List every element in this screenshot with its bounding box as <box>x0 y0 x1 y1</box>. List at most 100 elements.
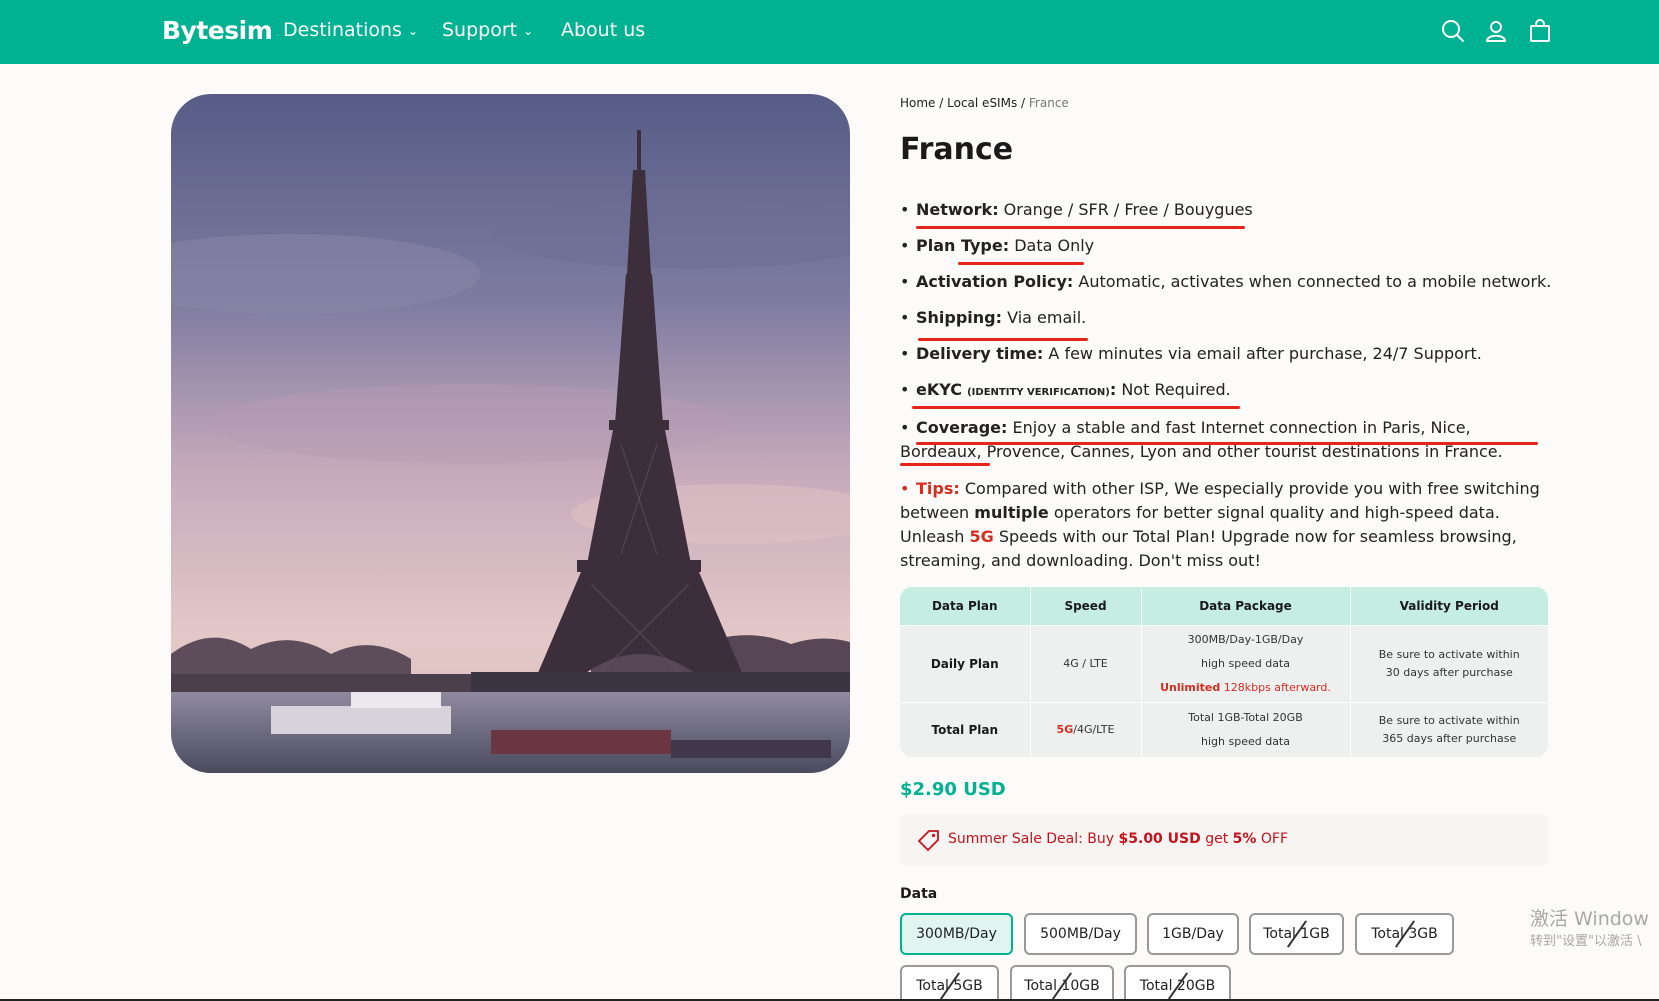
feature-value: Orange / SFR / Free / Bouygues <box>998 200 1253 219</box>
table-header: Speed <box>1030 587 1142 625</box>
validity-text: Be sure to activate within 30 days after… <box>1378 647 1520 679</box>
plan-package: Total 1GB-Total 20GB high speed data <box>1141 701 1351 757</box>
feature-value: Via email. <box>1002 308 1087 327</box>
data-option-label: Data <box>900 886 938 902</box>
breadcrumb-separator: / <box>1021 96 1026 110</box>
product-image <box>171 94 850 773</box>
feature-label: eKYC <box>916 380 963 399</box>
highlight-underline <box>912 406 1240 409</box>
tips-5g: 5G <box>969 527 994 546</box>
highlight-underline <box>900 463 990 466</box>
sale-prefix: Summer Sale Deal: Buy <box>948 831 1119 847</box>
table-row: Total Plan 5G/4G/LTE Total 1GB-Total 20G… <box>900 701 1548 757</box>
feature-tips: • Tips: Compared with other ISP, We espec… <box>900 479 1540 570</box>
nav-destinations[interactable]: Destinations ⌄ <box>283 19 418 41</box>
table-header: Data Plan <box>900 587 1031 625</box>
plan-validity: Be sure to activate within 365 days afte… <box>1350 701 1548 757</box>
feature-ekyc: • eKYC (IDENTITY VERIFICATION): Not Requi… <box>900 380 1231 399</box>
feature-label: Network: <box>916 200 999 219</box>
option-label: 300MB/Day <box>916 926 997 942</box>
nav-support[interactable]: Support ⌄ <box>442 19 533 41</box>
highlight-underline <box>958 262 1084 265</box>
validity-text: Be sure to activate within 365 days afte… <box>1378 713 1520 745</box>
nav-destinations-label: Destinations <box>283 19 402 41</box>
logo[interactable]: Bytesim <box>162 16 273 45</box>
option-500mb-day[interactable]: 500MB/Day <box>1024 913 1137 955</box>
package-line: high speed data <box>1201 734 1290 748</box>
plan-package: 300MB/Day-1GB/Day high speed data Unlimi… <box>1141 624 1351 702</box>
table-header: Validity Period <box>1350 587 1548 625</box>
plan-table: Data Plan Speed Data Package Validity Pe… <box>900 587 1548 757</box>
breadcrumb-home[interactable]: Home <box>900 96 935 110</box>
feature-shipping: • Shipping: Via email. <box>900 308 1087 327</box>
tips-multiple: multiple <box>974 503 1049 522</box>
sale-text: Summer Sale Deal: Buy $5.00 USD get 5% O… <box>948 831 1288 847</box>
activation-watermark: 激活 Window <box>1530 908 1649 930</box>
breadcrumb-local-esims[interactable]: Local eSIMs <box>947 96 1017 110</box>
plan-name: Total Plan <box>900 701 1031 757</box>
chevron-down-icon: ⌄ <box>407 24 418 38</box>
feature-value: Not Required. <box>1116 380 1231 399</box>
feature-label: Activation Policy: <box>916 272 1074 291</box>
breadcrumb: Home / Local eSIMs / France <box>900 96 1069 110</box>
table-header: Data Package <box>1141 587 1351 625</box>
feature-label: Shipping: <box>916 308 1003 327</box>
sale-mid: get <box>1200 831 1233 847</box>
feature-coverage: • Coverage: Enjoy a stable and fast Inter… <box>900 418 1503 461</box>
throttle-text: 128kbps afterward. <box>1220 680 1331 694</box>
highlight-underline <box>916 442 1538 445</box>
sale-suffix: OFF <box>1256 831 1288 847</box>
plan-validity: Be sure to activate within 30 days after… <box>1350 624 1548 702</box>
nav-support-label: Support <box>442 19 518 41</box>
table-row: Daily Plan 4G / LTE 300MB/Day-1GB/Day hi… <box>900 624 1548 702</box>
top-nav-bar: Bytesim Destinations ⌄ Support ⌄ About u… <box>0 0 1659 64</box>
feature-value: Data Only <box>1009 236 1095 255</box>
option-total-1gb[interactable]: Total 1GB <box>1249 913 1344 955</box>
sale-banner: Summer Sale Deal: Buy $5.00 USD get 5% O… <box>900 815 1548 865</box>
feature-plan-type: • Plan Type: Data Only <box>900 236 1095 255</box>
option-total-5gb[interactable]: Total 5GB <box>900 965 999 1001</box>
page-title: France <box>900 132 1014 167</box>
feature-delivery-time: • Delivery time: A few minutes via email … <box>900 344 1482 363</box>
option-300mb-day[interactable]: 300MB/Day <box>900 913 1013 955</box>
option-total-3gb[interactable]: Total 3GB <box>1355 913 1454 955</box>
option-total-20gb[interactable]: Total 20GB <box>1124 965 1231 1001</box>
option-label: 500MB/Day <box>1040 926 1121 942</box>
speed-5g: 5G <box>1056 722 1074 736</box>
chevron-down-icon: ⌄ <box>523 24 534 38</box>
sale-percent: 5% <box>1232 831 1257 847</box>
account-icon[interactable] <box>1483 18 1509 44</box>
activation-watermark-sub: 转到"设置"以激活 \ <box>1530 934 1642 949</box>
nav-about-us-label: About us <box>561 19 646 41</box>
feature-label: Plan Type: <box>916 236 1010 255</box>
highlight-underline <box>918 338 1088 341</box>
feature-sublabel: (IDENTITY VERIFICATION) <box>967 387 1110 398</box>
price: $2.90 USD <box>900 779 1006 800</box>
package-line: high speed data <box>1201 656 1290 670</box>
breadcrumb-separator: / <box>939 96 944 110</box>
tips-label: Tips: <box>916 479 960 498</box>
cart-icon[interactable] <box>1527 18 1553 44</box>
highlight-underline <box>916 226 1245 229</box>
feature-label: Coverage: <box>916 418 1008 437</box>
option-total-10gb[interactable]: Total 10GB <box>1010 965 1114 1001</box>
package-line: 300MB/Day-1GB/Day <box>1187 632 1304 646</box>
feature-value: A few minutes via email after purchase, … <box>1043 344 1482 363</box>
option-label: 1GB/Day <box>1162 926 1224 942</box>
feature-activation-policy: • Activation Policy: Automatic, activates… <box>900 272 1552 291</box>
speed-rest: /4G/LTE <box>1073 722 1115 736</box>
feature-value: Automatic, activates when connected to a… <box>1073 272 1552 291</box>
nav-about-us[interactable]: About us <box>561 19 645 41</box>
plan-speed: 5G/4G/LTE <box>1030 701 1142 757</box>
package-line: Total 1GB-Total 20GB <box>1188 710 1303 724</box>
plan-speed: 4G / LTE <box>1030 624 1142 702</box>
sale-amount: $5.00 USD <box>1118 831 1201 847</box>
plan-name: Daily Plan <box>900 624 1031 702</box>
search-icon[interactable] <box>1440 18 1466 44</box>
feature-label: Delivery time: <box>916 344 1044 363</box>
package-line: Unlimited 128kbps afterward. <box>1146 676 1346 700</box>
breadcrumb-current: France <box>1028 96 1069 110</box>
tag-icon <box>918 830 939 851</box>
option-1gb-day[interactable]: 1GB/Day <box>1147 913 1239 955</box>
feature-network: • Network: Orange / SFR / Free / Bouygues <box>900 200 1253 219</box>
